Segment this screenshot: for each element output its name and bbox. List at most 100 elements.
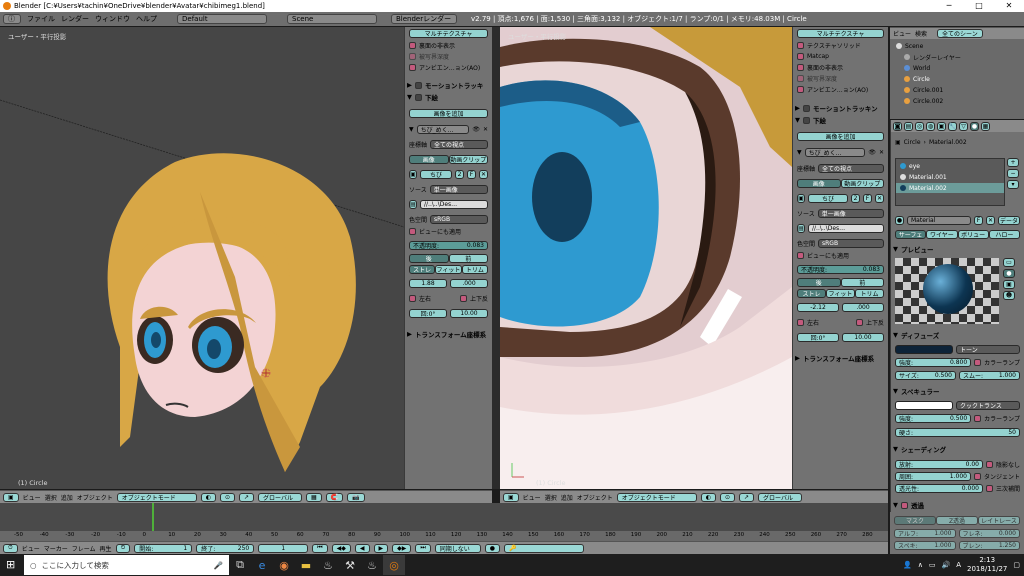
specular-intensity-slider[interactable]: 強度: 0.500 bbox=[895, 414, 972, 423]
current-frame-indicator[interactable] bbox=[152, 503, 154, 531]
shading-select-icon[interactable]: ◐ bbox=[200, 492, 216, 502]
remove-icon[interactable]: ✕ bbox=[483, 126, 488, 133]
view-apply-checkbox[interactable] bbox=[797, 252, 804, 259]
move-slot-button[interactable]: ▾ bbox=[1007, 180, 1019, 189]
material-browse-icon[interactable]: ● bbox=[895, 216, 904, 225]
timeline-view-menu[interactable]: ビュー bbox=[22, 544, 40, 553]
tangent-checkbox[interactable] bbox=[973, 473, 981, 480]
world-tab-icon[interactable]: ◍ bbox=[926, 122, 935, 131]
menu-file[interactable]: ファイル bbox=[27, 14, 55, 24]
colorspace-select[interactable]: sRGB bbox=[818, 239, 884, 248]
add-menu[interactable]: 追加 bbox=[61, 493, 73, 502]
folder-icon[interactable]: ▤ bbox=[409, 200, 417, 209]
tray-people-icon[interactable]: 👤 bbox=[903, 561, 912, 569]
task-view-icon[interactable]: ⧉ bbox=[229, 555, 251, 575]
editor-type-icon[interactable]: ▣ bbox=[503, 492, 519, 502]
end-frame-field[interactable]: 終了: 250 bbox=[196, 543, 255, 553]
timeline-ruler[interactable]: -50 -40 -30 -20 -10 0 10 20 30 40 50 60 70 80 90 100 110… bbox=[0, 531, 888, 541]
outliner-search-menu[interactable]: 検索 bbox=[915, 29, 927, 38]
shadeless-checkbox[interactable] bbox=[985, 461, 993, 468]
tray-ime-icon[interactable]: A bbox=[956, 561, 961, 569]
material-close-icon[interactable]: ✕ bbox=[986, 216, 995, 225]
material-name-field[interactable]: Material bbox=[907, 216, 971, 225]
ambient-field[interactable]: 周囲: 1.000 bbox=[895, 472, 971, 481]
visibility-icon[interactable]: 👁 bbox=[868, 149, 876, 156]
mask-button[interactable]: マスク bbox=[894, 516, 936, 525]
source-select[interactable]: 単一画像 bbox=[817, 209, 884, 218]
texture-solid-checkbox[interactable] bbox=[797, 42, 804, 49]
depth-back-button[interactable]: 後 bbox=[409, 254, 449, 263]
viewport-left[interactable]: ユーザー・平行投影 (1) Circle bbox=[0, 27, 404, 489]
diffuse-color-swatch[interactable] bbox=[895, 345, 953, 354]
mode-select[interactable]: オブジェクトモード bbox=[116, 492, 197, 502]
depth-front-button[interactable]: 前 bbox=[840, 278, 884, 287]
image-path-field[interactable]: //..\..\Des… bbox=[420, 200, 488, 209]
app-icon[interactable]: ⚒ bbox=[339, 555, 361, 575]
depth-checkbox[interactable] bbox=[409, 53, 416, 60]
maximize-button[interactable]: □ bbox=[964, 0, 994, 12]
clock-date[interactable]: 2018/11/27 bbox=[967, 565, 1007, 574]
prev-keyframe-icon[interactable]: ◀◆ bbox=[331, 543, 351, 553]
next-keyframe-icon[interactable]: ◆▶ bbox=[392, 543, 412, 553]
visibility-icon[interactable]: 👁 bbox=[472, 126, 480, 133]
chrome-icon[interactable]: ◉ bbox=[273, 555, 295, 575]
minimize-button[interactable]: ─ bbox=[934, 0, 964, 12]
shading-mode-select[interactable]: マルチテクスチャ bbox=[409, 29, 488, 38]
size-field[interactable]: 10.00 bbox=[842, 333, 884, 342]
remove-icon[interactable]: ✕ bbox=[879, 149, 884, 156]
blend-field[interactable]: ブレン: 1.250 bbox=[958, 541, 1020, 550]
expand-icon[interactable]: ▶ bbox=[407, 81, 412, 89]
size-field[interactable]: 10.00 bbox=[450, 309, 488, 318]
frame-stretch-button[interactable]: ストレ bbox=[797, 289, 826, 298]
manipulator-icon[interactable]: ↗ bbox=[239, 492, 255, 502]
specular-shader-select[interactable]: クックトランス bbox=[956, 401, 1020, 410]
timeline-playback-menu[interactable]: 再生 bbox=[100, 544, 112, 553]
render-tab-icon[interactable]: ◙ bbox=[893, 122, 902, 131]
folder-icon[interactable]: ▤ bbox=[797, 224, 805, 233]
editor-type-button[interactable]: ⓘ bbox=[3, 14, 21, 24]
tray-network-icon[interactable]: ▭ bbox=[929, 561, 936, 569]
view-menu[interactable]: ビュー bbox=[523, 493, 541, 502]
preview-cube-icon[interactable]: ▣ bbox=[1003, 280, 1015, 289]
preview-flat-icon[interactable]: ▭ bbox=[1003, 258, 1015, 267]
steam-icon[interactable]: ♨ bbox=[317, 555, 339, 575]
preview-monkey-icon[interactable]: ☻ bbox=[1003, 291, 1015, 300]
timeline-frame-menu[interactable]: フレーム bbox=[72, 544, 96, 553]
fresnel-field[interactable]: フレネ: 0.000 bbox=[958, 529, 1020, 538]
axis-select[interactable]: 全ての視点 bbox=[818, 164, 884, 173]
collapse-icon[interactable]: ▼ bbox=[797, 149, 802, 156]
data-tab-icon[interactable]: ▽ bbox=[959, 122, 968, 131]
bg-checkbox[interactable] bbox=[415, 93, 422, 101]
jump-start-icon[interactable]: ⏮ bbox=[312, 543, 328, 553]
matcap-checkbox[interactable] bbox=[797, 53, 804, 60]
collapse-icon[interactable]: ▼ bbox=[407, 93, 412, 101]
material-slot[interactable]: eye bbox=[909, 163, 920, 170]
offset-x-field[interactable]: 1.88 bbox=[409, 279, 447, 288]
outliner-display-select[interactable]: 全てのシーン bbox=[937, 29, 983, 38]
image-close-icon[interactable]: ✕ bbox=[875, 194, 884, 203]
specular-ramp-checkbox[interactable] bbox=[974, 415, 982, 422]
diffuse-intensity-slider[interactable]: 強度: 0.800 bbox=[895, 358, 972, 367]
rotation-field[interactable]: 回:0° bbox=[409, 309, 447, 318]
manipulator-icon[interactable]: ↗ bbox=[739, 492, 755, 502]
remove-slot-button[interactable]: − bbox=[1007, 169, 1019, 178]
rotation-field[interactable]: 回:0° bbox=[797, 333, 839, 342]
timeline[interactable]: -50 -40 -30 -20 -10 0 10 20 30 40 50 60 70 80 90 100 110… bbox=[0, 503, 888, 541]
collapse-icon[interactable]: ▼ bbox=[893, 387, 898, 395]
object-menu[interactable]: オブジェクト bbox=[77, 493, 113, 502]
expand-icon[interactable]: ▼ bbox=[893, 501, 898, 509]
add-image-button[interactable]: 画像を追加 bbox=[409, 109, 488, 118]
outliner-item[interactable]: Circle.001 bbox=[913, 87, 943, 94]
bg-checkbox[interactable] bbox=[803, 116, 810, 124]
outliner-item[interactable]: Circle.002 bbox=[913, 98, 943, 105]
alpha-field[interactable]: アルフ: 1.000 bbox=[894, 529, 956, 538]
toon-size-field[interactable]: サイズ: 0.500 bbox=[895, 371, 956, 380]
add-slot-button[interactable]: + bbox=[1007, 158, 1019, 167]
current-frame-field[interactable]: 1 bbox=[258, 543, 309, 553]
specular-color-swatch[interactable] bbox=[895, 401, 953, 410]
tab-wire[interactable]: ワイヤー bbox=[926, 230, 958, 239]
cubic-checkbox[interactable] bbox=[985, 485, 993, 492]
mode-select[interactable]: オブジェクトモード bbox=[616, 492, 697, 502]
view-apply-checkbox[interactable] bbox=[409, 228, 416, 235]
editor-type-icon[interactable]: ▣ bbox=[3, 492, 19, 502]
